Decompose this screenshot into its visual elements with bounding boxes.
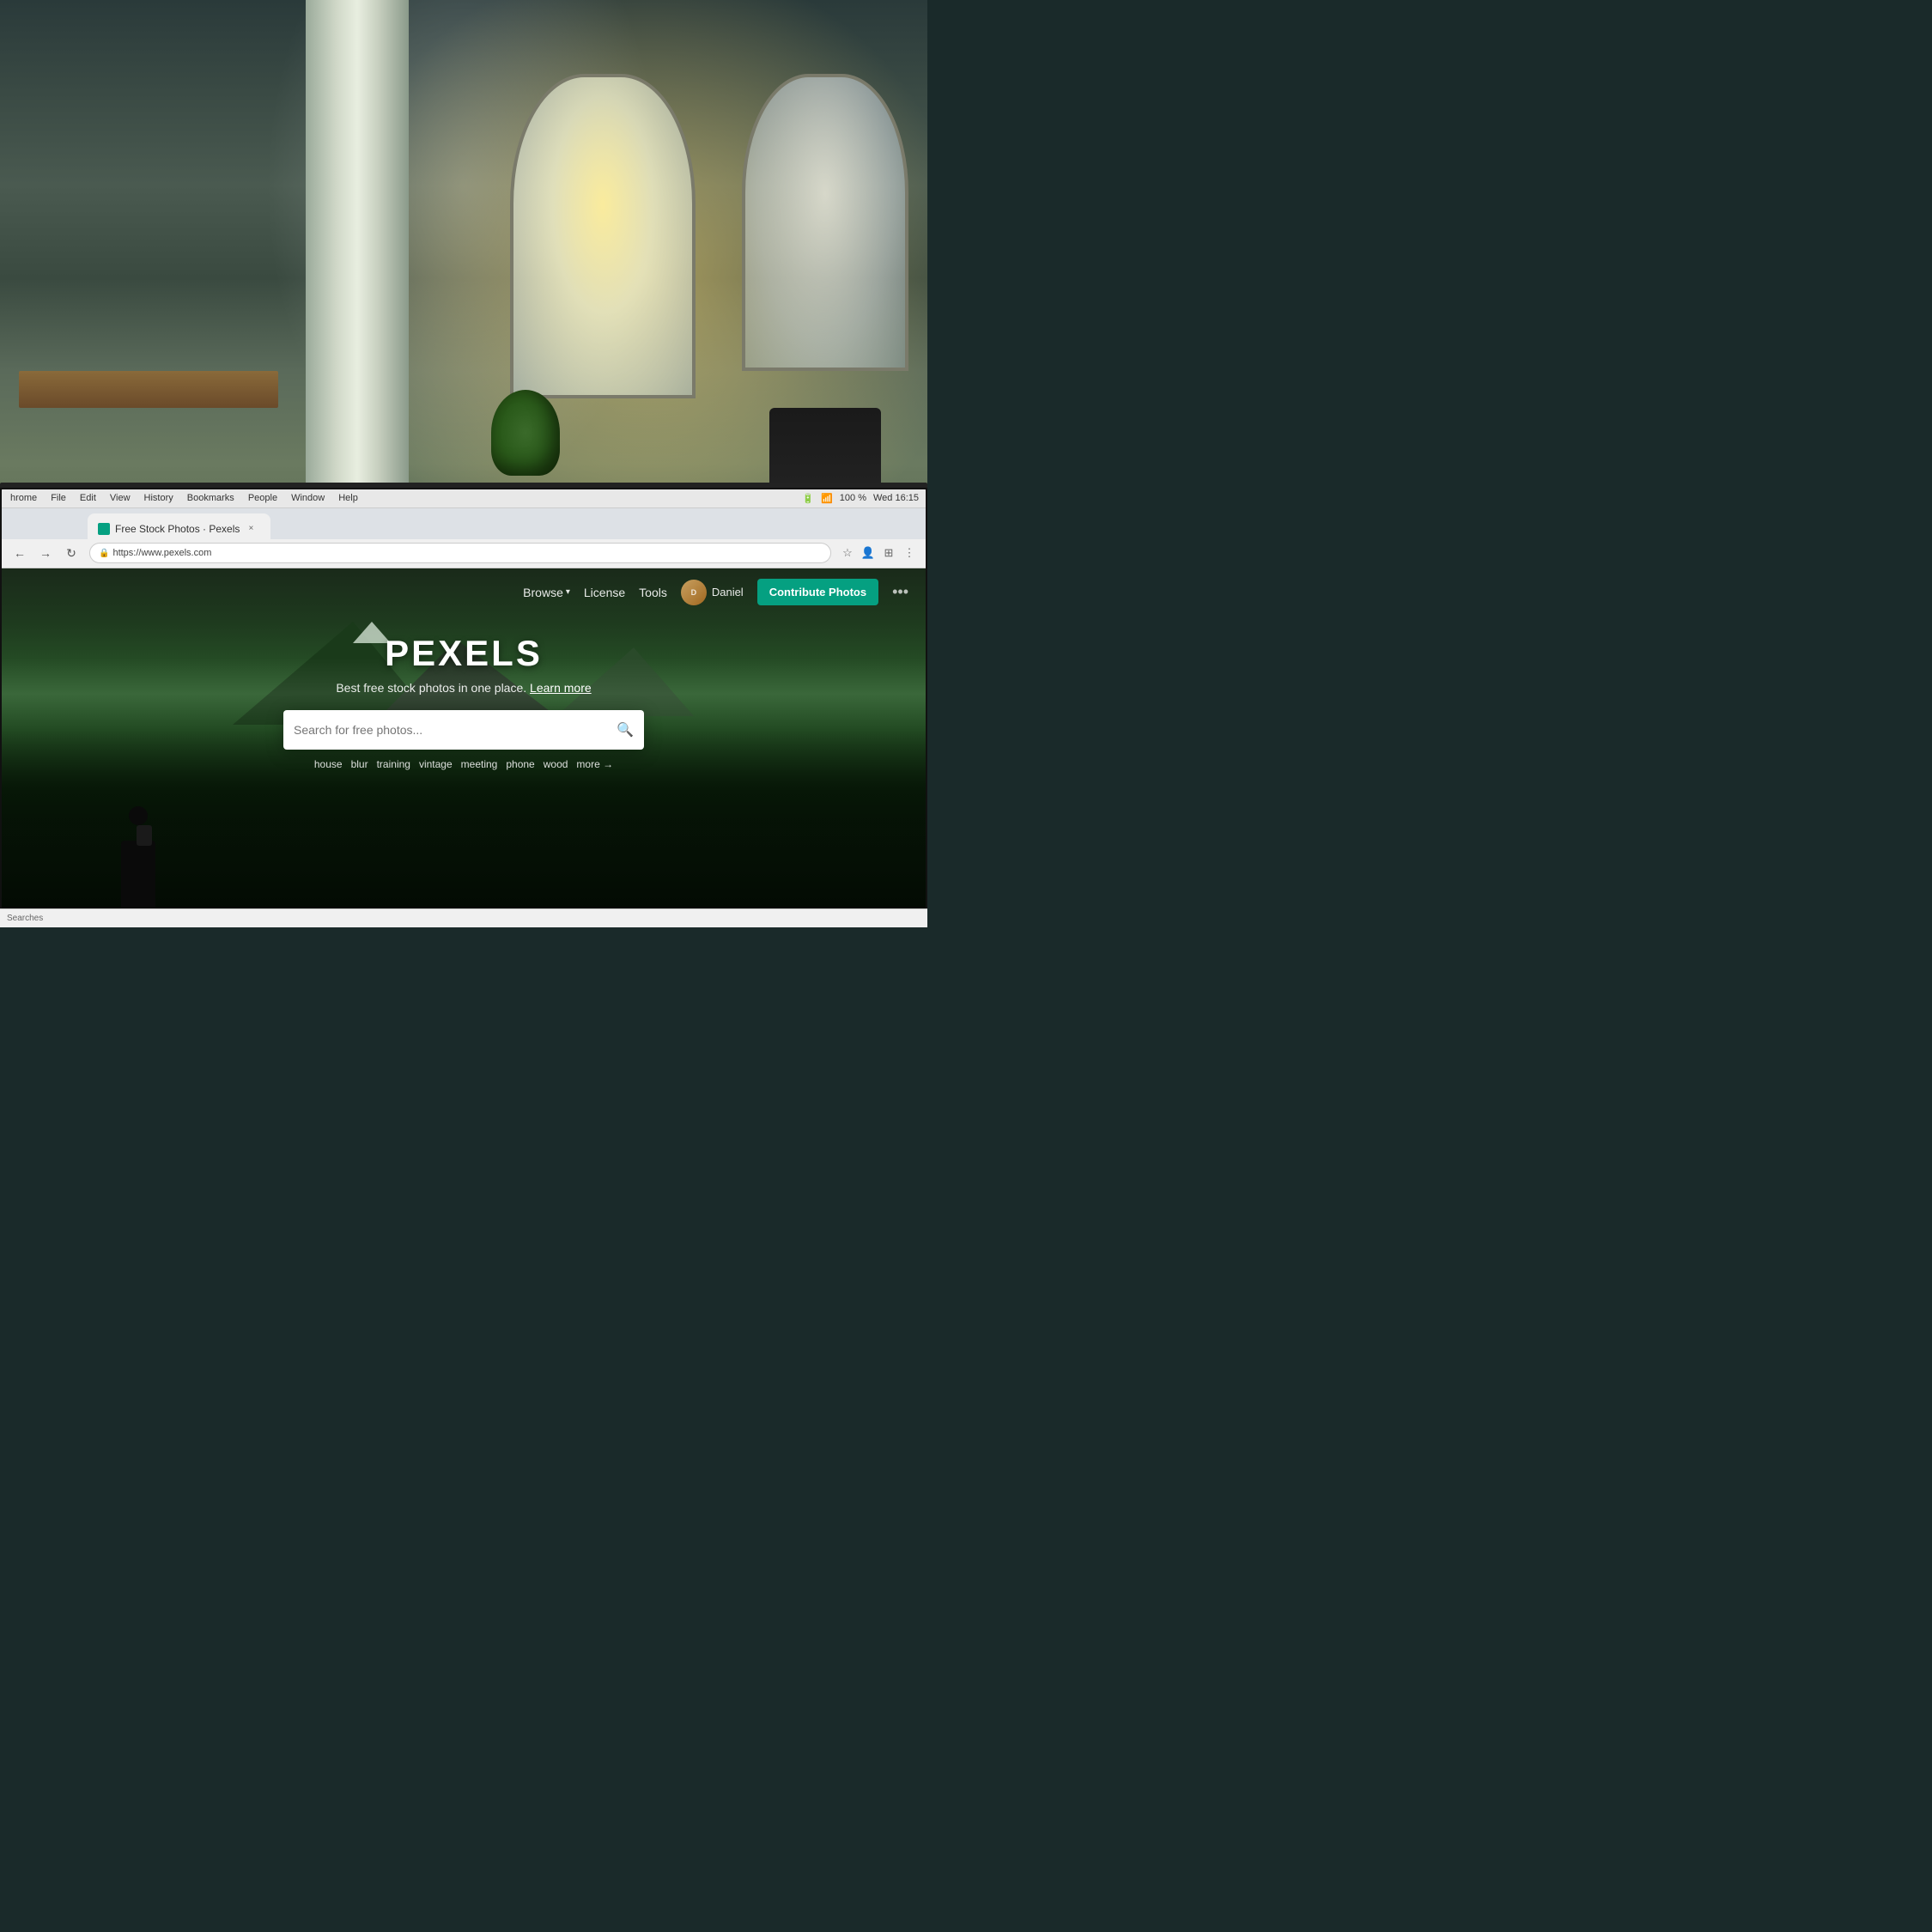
secure-lock-icon: 🔒 <box>99 549 109 558</box>
pexels-nav-right: Browse License Tools D Daniel <box>523 579 908 605</box>
more-options-icon[interactable]: ⋮ <box>900 544 919 562</box>
person-head <box>129 806 148 825</box>
search-input[interactable] <box>294 723 617 737</box>
user-avatar: D <box>681 580 707 605</box>
search-tag-house[interactable]: house <box>314 758 343 770</box>
menu-file[interactable]: File <box>49 493 68 503</box>
bookmark-star-icon[interactable]: ☆ <box>838 544 857 562</box>
learn-more-link[interactable]: Learn more <box>530 681 592 695</box>
office-window-2 <box>742 74 908 371</box>
search-tag-phone[interactable]: phone <box>506 758 534 770</box>
pexels-hero-content: PEXELS Best free stock photos in one pla… <box>2 616 926 787</box>
menu-app-name[interactable]: hrome <box>9 493 39 503</box>
toolbar-extension-icons: ☆ 👤 ⊞ ⋮ <box>838 544 919 562</box>
search-tags: house blur training vintage meeting phon… <box>314 758 613 770</box>
tab-favicon <box>98 523 110 535</box>
url-text: https://www.pexels.com <box>112 548 211 558</box>
bottom-status-bar: Searches <box>0 908 927 927</box>
person-body <box>121 841 155 909</box>
battery-indicator: 🔋 <box>802 493 814 504</box>
macos-menu-bar: hrome File Edit View History Bookmarks P… <box>2 489 926 508</box>
search-tag-wood[interactable]: wood <box>544 758 568 770</box>
forward-button[interactable]: → <box>34 542 57 564</box>
menu-edit[interactable]: Edit <box>78 493 98 503</box>
pexels-hero-subtitle: Best free stock photos in one place. Lea… <box>336 681 591 695</box>
wifi-indicator: 📶 <box>821 493 833 504</box>
user-menu[interactable]: D Daniel <box>681 580 744 605</box>
search-tag-blur[interactable]: blur <box>351 758 368 770</box>
profile-icon[interactable]: 👤 <box>859 544 878 562</box>
address-bar[interactable]: 🔒 https://www.pexels.com <box>89 543 831 563</box>
search-tag-meeting[interactable]: meeting <box>461 758 498 770</box>
bottom-bar-text: Searches <box>7 914 43 923</box>
back-button[interactable]: ← <box>9 542 31 564</box>
browse-nav-link[interactable]: Browse <box>523 586 570 599</box>
battery-percent: 100 % <box>840 493 866 503</box>
avatar-label: D <box>691 588 697 597</box>
menu-bar-left: hrome File Edit View History Bookmarks P… <box>9 493 360 503</box>
search-submit-button[interactable]: 🔍 <box>617 721 634 738</box>
tab-title: Free Stock Photos · Pexels <box>115 523 240 535</box>
monitor-bezel: hrome File Edit View History Bookmarks P… <box>0 483 927 927</box>
browser-tab-bar: Free Stock Photos · Pexels × <box>2 508 926 539</box>
license-nav-link[interactable]: License <box>584 586 625 599</box>
contribute-photos-button[interactable]: Contribute Photos <box>757 579 878 605</box>
tools-nav-link[interactable]: Tools <box>639 586 667 599</box>
browser-tab-active[interactable]: Free Stock Photos · Pexels × <box>88 513 270 539</box>
search-tag-vintage[interactable]: vintage <box>419 758 453 770</box>
nav-more-icon[interactable]: ••• <box>892 583 908 601</box>
menu-window[interactable]: Window <box>289 493 326 503</box>
person-silhouette <box>112 806 164 909</box>
office-plant <box>491 390 560 476</box>
monitor-screen: hrome File Edit View History Bookmarks P… <box>2 489 926 927</box>
menu-history[interactable]: History <box>143 493 175 503</box>
menu-help[interactable]: Help <box>337 493 360 503</box>
search-tag-training[interactable]: training <box>377 758 410 770</box>
menu-bookmarks[interactable]: Bookmarks <box>185 493 236 503</box>
pexels-navbar: Browse License Tools D Daniel <box>2 568 926 617</box>
office-window-1 <box>510 74 696 398</box>
user-display-name[interactable]: Daniel <box>712 586 744 598</box>
pexels-hero-title: PEXELS <box>385 633 543 674</box>
menu-people[interactable]: People <box>246 493 279 503</box>
clock: Wed 16:15 <box>873 493 919 503</box>
browser-toolbar: ← → ↻ 🔒 https://www.pexels.com ☆ 👤 ⊞ ⋮ <box>2 539 926 568</box>
person-backpack <box>137 825 152 846</box>
tab-close-button[interactable]: × <box>245 523 257 535</box>
pexels-website: Browse License Tools D Daniel <box>2 568 926 927</box>
search-tags-more[interactable]: more → <box>576 758 613 770</box>
pexels-search-bar[interactable]: 🔍 <box>283 710 644 750</box>
monitor-area: hrome File Edit View History Bookmarks P… <box>0 483 927 927</box>
menu-bar-right: 🔋 📶 100 % Wed 16:15 <box>802 493 919 504</box>
reload-button[interactable]: ↻ <box>60 542 82 564</box>
extensions-icon[interactable]: ⊞ <box>879 544 898 562</box>
office-desk <box>19 371 278 408</box>
menu-view[interactable]: View <box>108 493 132 503</box>
